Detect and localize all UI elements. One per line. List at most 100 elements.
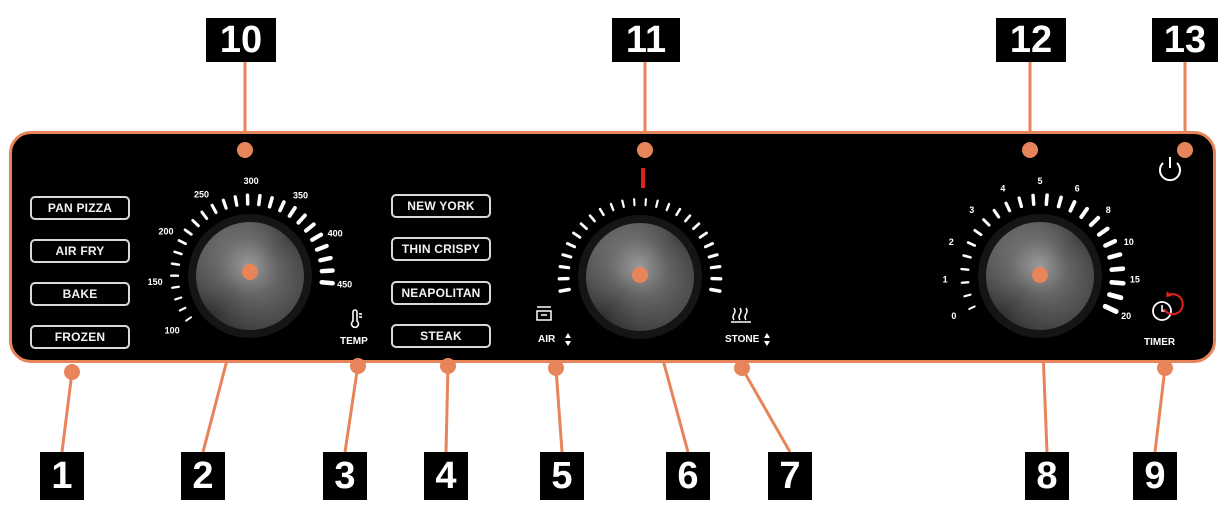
timer-scale-label-8: 10 [1124, 237, 1134, 247]
heat-tick-5 [572, 231, 582, 239]
temp-tick-23 [318, 255, 333, 263]
heat-tick-18 [698, 231, 708, 239]
timer-tick-9 [1004, 201, 1012, 213]
heat-tick-14 [665, 202, 671, 212]
timer-scale-label-5: 5 [1037, 176, 1042, 186]
air-arrow-icon [565, 333, 571, 346]
callout-dot-10 [237, 142, 253, 158]
callout-dot-12 [1022, 142, 1038, 158]
temp-tick-0 [185, 316, 192, 322]
diagram: 100 150 200 250 300 350 400 450 0 1 2 3 4 5 6 8 10 15 20 [0, 0, 1225, 511]
timer-tick-22 [1107, 292, 1124, 301]
temp-tick-16 [267, 196, 274, 209]
callout-10: 10 [206, 18, 276, 62]
timer-scale-label-1: 1 [943, 274, 948, 284]
timer-tick-19 [1107, 252, 1123, 260]
temp-scale-label-5: 350 [293, 191, 308, 201]
temp-tick-10 [200, 210, 209, 220]
steak-button[interactable]: STEAK [391, 324, 491, 348]
callout-dot-3 [350, 358, 366, 374]
timer-tick-10 [1017, 196, 1024, 209]
timer-scale-label-9: 15 [1130, 274, 1140, 284]
callout-dot-6 [632, 267, 648, 283]
temp-tick-20 [304, 222, 316, 233]
callout-dot-5 [548, 360, 564, 376]
timer-tick-2 [960, 281, 970, 284]
callout-5: 5 [540, 452, 584, 500]
timer-tick-16 [1088, 215, 1101, 228]
temp-tick-5 [170, 262, 181, 266]
heat-tick-21 [709, 264, 722, 270]
timer-scale-label-7: 8 [1106, 205, 1111, 215]
callout-13: 13 [1152, 18, 1218, 62]
timer-tick-8 [992, 208, 1001, 219]
power-icon[interactable] [1159, 157, 1181, 182]
frozen-button[interactable]: FROZEN [30, 325, 130, 349]
heat-tick-10 [621, 199, 625, 208]
temp-label: TEMP [340, 336, 368, 347]
temp-tick-3 [171, 285, 180, 289]
timer-tick-14 [1068, 200, 1077, 213]
timer-tick-12 [1044, 193, 1049, 207]
thin-crispy-button[interactable]: THIN CRISPY [391, 237, 491, 261]
temp-tick-7 [177, 239, 187, 246]
air-fry-button[interactable]: AIR FRY [30, 239, 130, 263]
callout-11: 11 [612, 18, 680, 62]
callout-dot-13 [1177, 142, 1193, 158]
stone-label: STONE [725, 334, 760, 345]
timer-tick-0 [968, 305, 976, 310]
heat-tick-19 [703, 242, 715, 249]
heat-tick-0 [558, 287, 571, 293]
temp-scale-label-3: 250 [194, 189, 209, 199]
heat-tick-20 [707, 253, 719, 259]
temp-tick-8 [183, 228, 193, 236]
temp-tick-17 [278, 200, 286, 213]
panel-art: 100 150 200 250 300 350 400 450 0 1 2 3 4 5 6 8 10 15 20 [64, 142, 1193, 380]
heat-tick-7 [588, 214, 596, 223]
heat-tick-3 [561, 253, 573, 259]
heat-tick-6 [579, 222, 588, 231]
timer-scale-label-6: 6 [1075, 184, 1080, 194]
timer-tick-11 [1031, 193, 1036, 207]
callout-dot-9 [1157, 360, 1173, 376]
temp-tick-9 [191, 218, 200, 228]
bake-button[interactable]: BAKE [30, 282, 130, 306]
callout-3: 3 [323, 452, 367, 500]
neapolitan-button[interactable]: NEAPOLITAN [391, 281, 491, 305]
callout-dot-11 [637, 142, 653, 158]
timer-tick-5 [966, 241, 977, 247]
temp-tick-24 [319, 268, 335, 274]
temp-tick-13 [233, 195, 239, 207]
callout-dot-7 [734, 360, 750, 376]
temp-tick-12 [221, 198, 228, 210]
callout-6: 6 [666, 452, 710, 500]
heat-tick-8 [598, 207, 605, 217]
pan-pizza-button[interactable]: PAN PIZZA [30, 196, 130, 220]
heat-tick-15 [675, 207, 682, 217]
callout-12: 12 [996, 18, 1066, 62]
temp-scale-label-6: 400 [328, 229, 343, 239]
timer-scale-label-4: 4 [1000, 184, 1005, 194]
temp-scale-label-7: 450 [337, 279, 352, 289]
callout-dot-1 [64, 364, 80, 380]
temp-scale-label-4: 300 [244, 176, 259, 186]
new-york-button[interactable]: NEW YORK [391, 194, 491, 218]
fan-icon [536, 306, 552, 321]
timer-tick-18 [1103, 238, 1118, 248]
thermometer-icon [350, 309, 362, 329]
temp-tick-21 [310, 232, 324, 242]
heat-tick-4 [565, 242, 577, 249]
timer-tick-6 [973, 229, 983, 237]
timer-tick-15 [1079, 206, 1089, 219]
heat-tick-16 [684, 214, 692, 223]
timer-tick-20 [1109, 266, 1126, 273]
temp-scale-label-0: 100 [165, 326, 180, 336]
timer-tick-17 [1096, 226, 1110, 237]
temp-tick-2 [174, 296, 183, 301]
timer-scale-label-2: 2 [949, 237, 954, 247]
temp-tick-1 [178, 306, 187, 312]
callout-9: 9 [1133, 452, 1177, 500]
temp-tick-25 [319, 280, 335, 286]
timer-icon[interactable] [1152, 291, 1184, 321]
timer-tick-23 [1102, 303, 1119, 314]
